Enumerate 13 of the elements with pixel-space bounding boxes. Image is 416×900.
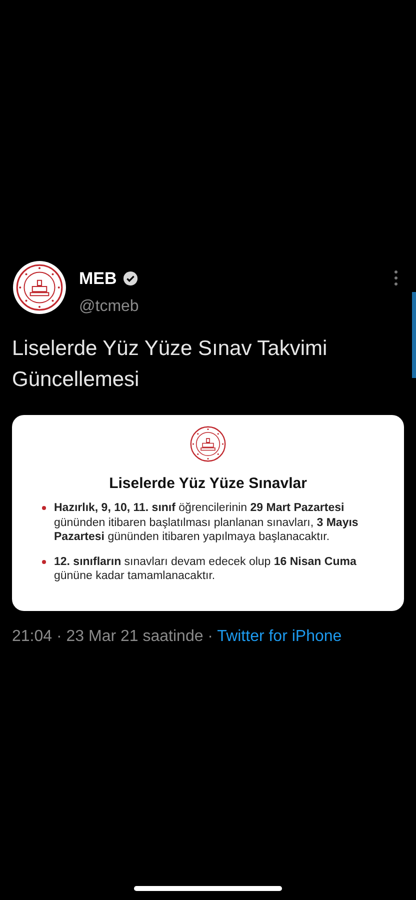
- bullet-icon: [42, 560, 46, 564]
- author-name: MEB: [79, 268, 117, 290]
- bullet-text: 12. sınıfların sınavları devam edecek olup 16 Nisan Cuma gününe kadar tamamlanacaktır.: [54, 554, 358, 584]
- bullet-icon: [42, 506, 46, 510]
- timestamp: 21:04 · 23 Mar 21 saatinde ·: [12, 628, 214, 644]
- image-card[interactable]: [12, 414, 404, 610]
- avatar-icon: [12, 260, 67, 315]
- bullet-text: Hazırlık, 9, 10, 11. sınıf öğrencilerinin 29 Mart Pazartesi gününden itibaren başlatılması planlanan sınavları, 3 Mayıs Pazartesi gününden itibaren yapılmaya başlanacaktır.: [54, 501, 360, 544]
- tweet-text: Liselerde Yüz Yüze Sınav Takvimi Güncellemesi: [12, 336, 328, 392]
- source-link[interactable]: Twitter for iPhone: [217, 628, 342, 644]
- card-heading: Liselerde Yüz Yüze Sınavlar: [109, 474, 307, 494]
- more-icon[interactable]: [394, 270, 398, 286]
- author-handle: @tcmeb: [79, 296, 140, 316]
